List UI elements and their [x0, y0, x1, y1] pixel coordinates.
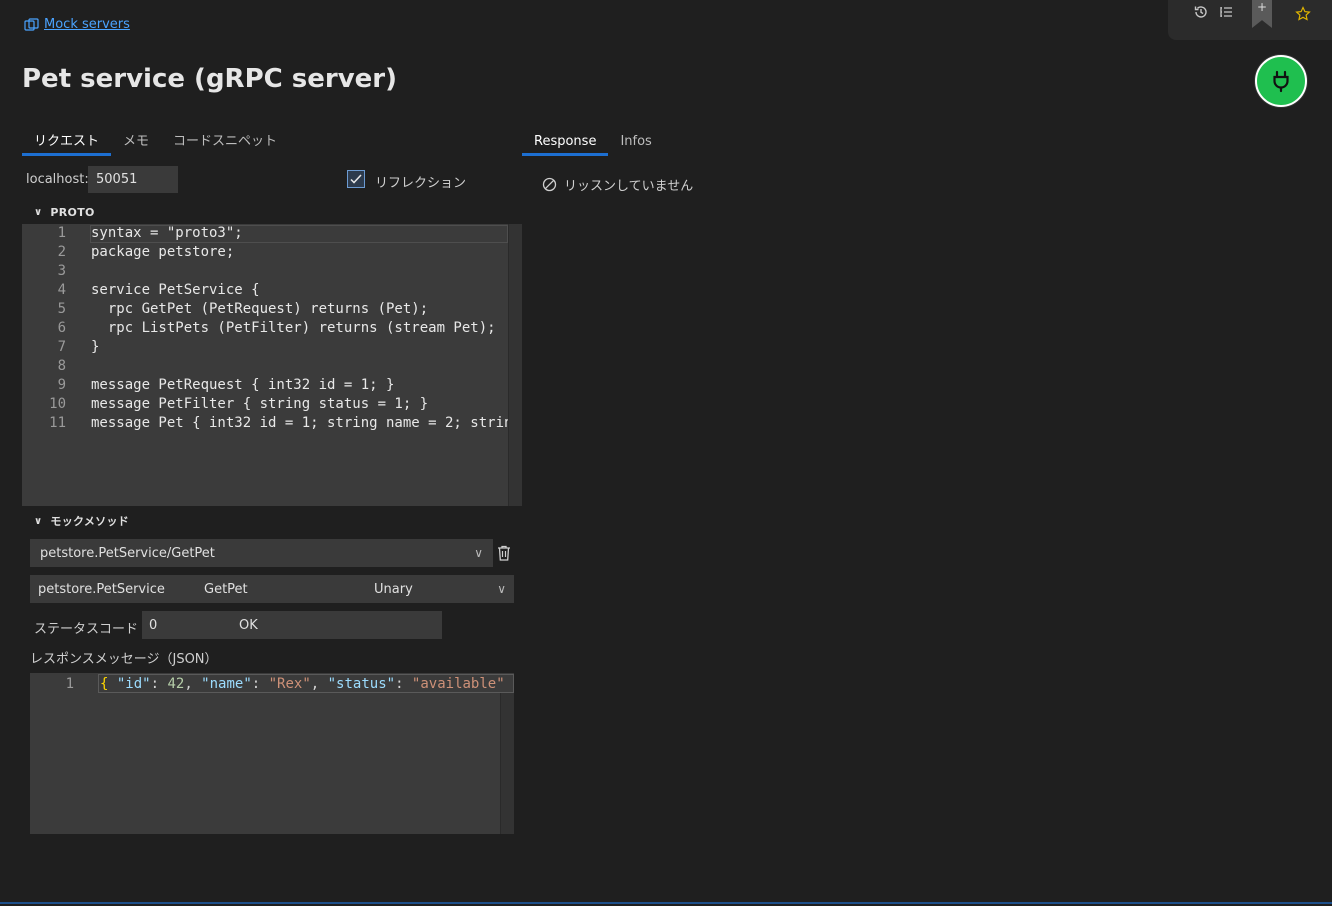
proto-line-number: 8 — [57, 358, 66, 374]
proto-line-number: 6 — [57, 320, 66, 336]
chevron-down-icon: ∨ — [34, 207, 43, 218]
check-icon — [350, 174, 362, 184]
host-label: localhost: — [26, 172, 89, 187]
json-token: : — [395, 676, 412, 692]
chevron-down-icon: ∨ — [474, 546, 483, 560]
delete-method-button[interactable] — [496, 544, 512, 562]
proto-line-number: 11 — [49, 415, 66, 431]
breadcrumb-link-mock-servers[interactable]: Mock servers — [44, 17, 130, 32]
proto-code-line — [91, 262, 508, 281]
chevron-down-icon: ∨ — [34, 515, 43, 527]
breadcrumb: Mock servers — [24, 17, 130, 32]
method-detail-row[interactable]: petstore.PetService GetPet Unary ∨ — [30, 575, 514, 603]
proto-code-line: message PetFilter { string status = 1; } — [91, 396, 429, 412]
proto-line-number: 5 — [57, 301, 66, 317]
chevron-down-icon: ∨ — [497, 582, 506, 596]
star-icon[interactable] — [1294, 6, 1312, 24]
proto-code-line: rpc GetPet (PetRequest) returns (Pet); — [91, 301, 429, 317]
json-token: : — [150, 676, 168, 692]
response-message-label: レスポンスメッセージ（JSON） — [30, 652, 218, 667]
trash-icon — [498, 545, 510, 561]
plug-icon — [1273, 70, 1289, 93]
connect-button[interactable] — [1255, 55, 1307, 107]
proto-code-line: syntax = "proto3"; — [91, 225, 243, 241]
top-toolbar: + — [1168, 0, 1332, 40]
json-token: "name" — [201, 676, 252, 692]
json-token: "id" — [116, 676, 151, 692]
mock-section-title: モックメソッド — [50, 515, 130, 528]
response-status-text: リッスンしていません — [564, 179, 694, 194]
json-token: , — [310, 676, 328, 692]
proto-code-line: rpc ListPets (PetFilter) returns (stream… — [91, 320, 496, 336]
response-tabs: Response Infos — [522, 134, 664, 156]
json-token: : — [251, 676, 269, 692]
list-icon[interactable] — [1217, 4, 1235, 22]
json-token: "Rex" — [268, 676, 311, 692]
json-editor[interactable]: 1 { "id": 42, "name": "Rex", "status": "… — [30, 673, 514, 834]
method-select[interactable]: petstore.PetService/GetPet ∨ — [30, 539, 493, 567]
status-code-text: OK — [239, 617, 258, 633]
reflection-label: リフレクション — [375, 176, 467, 191]
tab-infos[interactable]: Infos — [608, 134, 663, 156]
port-input[interactable]: 50051 — [88, 166, 178, 193]
tab-response[interactable]: Response — [522, 134, 609, 156]
proto-code-line: } — [91, 339, 100, 355]
proto-line-number: 7 — [57, 339, 66, 355]
json-token: 42 — [167, 676, 185, 692]
json-token: , — [184, 676, 202, 692]
proto-line-number: 3 — [57, 263, 66, 279]
proto-code-line — [91, 357, 508, 376]
proto-line-number: 1 — [57, 225, 66, 241]
proto-code-line: package petstore; — [91, 244, 235, 260]
proto-line-number: 2 — [57, 244, 66, 260]
status-code-input[interactable]: 0 OK — [142, 611, 442, 639]
proto-line-number: 4 — [57, 282, 66, 298]
reflection-checkbox[interactable] — [347, 170, 365, 188]
page-title: Pet service (gRPC server) — [22, 64, 397, 94]
json-token: "available" — [411, 676, 505, 692]
status-code-value: 0 — [149, 617, 158, 633]
json-code-line: { "id": 42, "name": "Rex", "status": "av… — [100, 675, 512, 693]
proto-code-line: service PetService { — [91, 282, 260, 298]
method-select-value: petstore.PetService/GetPet — [40, 545, 215, 561]
proto-code-line: message Pet { int32 id = 1; string name … — [91, 415, 508, 431]
proto-editor-scrollbar[interactable] — [508, 224, 522, 506]
tab-code-snippet[interactable]: コードスニペット — [161, 134, 289, 156]
proto-code-line: message PetRequest { int32 id = 1; } — [91, 377, 395, 393]
bookmark-icon[interactable]: + — [1252, 0, 1272, 28]
json-line-number: 1 — [65, 676, 74, 692]
json-token: "status" — [327, 676, 396, 692]
status-bar-line — [0, 902, 1332, 904]
method-detail-type: Unary — [374, 581, 413, 597]
mock-server-icon — [24, 17, 39, 31]
mock-section-header[interactable]: ∨ モックメソッド — [34, 513, 129, 529]
method-detail-method: GetPet — [204, 581, 248, 597]
proto-section-header[interactable]: ∨ PROTO — [34, 206, 95, 219]
response-status: リッスンしていません — [542, 175, 693, 194]
not-listening-icon — [542, 177, 557, 192]
method-detail-service: petstore.PetService — [38, 581, 165, 597]
proto-editor[interactable]: 1 syntax = "proto3"; 2 package petstore; 3 4 s… — [22, 224, 522, 506]
request-tabs: リクエスト メモ コードスニペット — [22, 134, 289, 156]
proto-line-number: 9 — [57, 377, 66, 393]
json-editor-scrollbar[interactable] — [500, 693, 514, 834]
status-code-label: ステータスコード — [34, 622, 139, 637]
tab-request[interactable]: リクエスト — [22, 134, 112, 156]
tab-memo[interactable]: メモ — [111, 134, 161, 156]
history-icon[interactable] — [1192, 4, 1210, 22]
proto-section-title: PROTO — [50, 206, 95, 219]
proto-line-number: 10 — [49, 396, 66, 412]
